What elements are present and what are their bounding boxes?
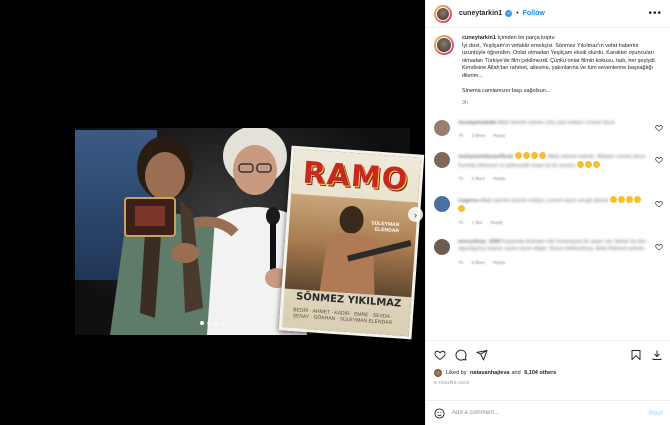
post-header: cuneytarkin1 ✓ • Follow ••• — [426, 0, 670, 28]
comment-meta: 7h 4 likes Reply — [458, 176, 648, 183]
comment-text: Allah rahmet eylesin mekanı cennet olsun… — [480, 197, 609, 204]
comment-text: Allah rahmet eylesin ruhu şad mekanı cen… — [497, 119, 615, 126]
avatar — [434, 369, 442, 377]
reply-button[interactable]: Reply — [493, 260, 505, 267]
post-sidebar: cuneytarkin1 ✓ • Follow ••• cuneytarkin1… — [425, 0, 670, 425]
likes-middle: and — [511, 370, 521, 376]
chevron-right-icon: › — [414, 209, 417, 220]
likes-prefix: Liked by — [446, 370, 467, 376]
reply-button[interactable]: Reply — [491, 220, 503, 227]
movie-poster: RAMO SÜLEYMAN ELENDAR SÖNMEZ YIKILMAZ BE… — [278, 145, 425, 340]
post-media[interactable]: RAMO SÜLEYMAN ELENDAR SÖNMEZ YIKILMAZ BE… — [0, 0, 425, 425]
carousel-indicator — [200, 321, 225, 325]
next-slide-button[interactable]: › — [408, 207, 423, 222]
save-bookmark-icon[interactable] — [630, 349, 642, 361]
comment-item: mustaymutlukk Allah rahmet eylesin ruhu … — [434, 119, 663, 140]
caption-username[interactable]: cuneytarkin1 — [462, 35, 496, 41]
comment-meta: 7h 2 likes Reply — [458, 133, 648, 140]
avatar[interactable] — [434, 35, 454, 55]
comment-time: 7h — [458, 133, 464, 139]
caption-line: İçimden bir parça koptu — [497, 35, 555, 41]
comment-time: 7h — [458, 177, 464, 183]
post-comment-button[interactable]: Post — [649, 410, 663, 417]
post-actions: Liked by natavanhajieva and 6,104 others… — [426, 340, 670, 425]
liker-username[interactable]: natavanhajieva — [470, 370, 509, 376]
comment-time: 7h — [458, 220, 464, 226]
follow-button[interactable]: Follow — [523, 10, 545, 17]
comments-scroll-area[interactable]: cuneytarkin1 İçimden bir parça koptu İyi… — [426, 28, 670, 340]
comment-meta: 7h 1 like Reply — [458, 220, 648, 227]
carousel-dot — [207, 321, 211, 325]
like-heart-icon[interactable] — [434, 349, 446, 361]
separator-dot: • — [516, 10, 519, 17]
caption-line: Sinema camiamızın başı sağolsun... — [462, 87, 551, 94]
username-link[interactable]: cuneytarkin1 — [459, 10, 502, 17]
avatar[interactable] — [434, 119, 450, 136]
avatar[interactable] — [434, 195, 450, 212]
comment-bubble-icon[interactable] — [455, 349, 467, 361]
more-options-icon[interactable]: ••• — [648, 8, 662, 19]
posted-time: 9 HOURS AGO — [434, 381, 470, 386]
carousel-dot — [200, 321, 204, 325]
comment-likes[interactable]: 2 likes — [471, 133, 485, 140]
comment-item: muhammetkaraofficial Allah rahmet eylesi… — [434, 151, 663, 184]
carousel-dot — [214, 321, 218, 325]
comment-input[interactable] — [452, 410, 649, 416]
avatar[interactable] — [434, 239, 450, 256]
comment-item: isagerse Allah rahmet eylesin mekanı cen… — [434, 195, 663, 228]
verified-badge-icon: ✓ — [505, 10, 513, 17]
comment-username[interactable]: emreyilmaz_2000 — [458, 239, 501, 245]
add-comment-bar: Post — [426, 400, 670, 425]
comment-time: 7h — [458, 260, 464, 266]
comment-username[interactable]: mustaymutlukk — [458, 120, 496, 126]
comment-likes[interactable]: 1 like — [471, 220, 482, 227]
comment-username[interactable]: isagerse — [458, 198, 479, 204]
likes-count[interactable]: 6,104 others — [524, 370, 556, 376]
comment-username[interactable]: muhammetkaraofficial — [458, 154, 513, 160]
likes-summary: Liked by natavanhajieva and 6,104 others — [426, 361, 670, 377]
emoji-smiley-icon[interactable] — [434, 407, 445, 419]
poster-title: RAMO — [301, 155, 410, 198]
caption-time: 9h — [462, 100, 469, 106]
action-icons — [426, 341, 670, 361]
like-comment-heart-icon[interactable] — [655, 243, 663, 251]
download-icon[interactable] — [651, 349, 663, 361]
like-comment-heart-icon[interactable] — [655, 124, 663, 132]
caption-line: Kendisine Allah'tan rahmet, ailesine, ya… — [462, 65, 653, 79]
poster-artwork — [284, 193, 418, 298]
avatar[interactable] — [434, 4, 452, 23]
avatar[interactable] — [434, 151, 450, 168]
caption-line: İyi dost, Yeşilçam'ın vefakâr emekçisi. … — [462, 42, 657, 64]
poster-cast: BEDRİ · AHMET · KADİR · EMRE · SEVDA · Ş… — [292, 307, 393, 327]
like-comment-heart-icon[interactable] — [655, 156, 663, 164]
like-comment-heart-icon[interactable] — [655, 200, 663, 208]
comment-meta: 7h 4 likes Reply — [458, 260, 648, 267]
post-caption: cuneytarkin1 İçimden bir parça koptu İyi… — [434, 35, 663, 108]
carousel-dot — [221, 321, 225, 325]
reply-button[interactable]: Reply — [493, 133, 505, 140]
share-paper-plane-icon[interactable] — [476, 349, 488, 361]
reply-button[interactable]: Reply — [493, 176, 505, 183]
comment-likes[interactable]: 4 likes — [471, 260, 485, 267]
comment-likes[interactable]: 4 likes — [471, 176, 485, 183]
comment-item: emreyilmaz_2000 Karşımda ölümden bile ko… — [434, 239, 663, 267]
